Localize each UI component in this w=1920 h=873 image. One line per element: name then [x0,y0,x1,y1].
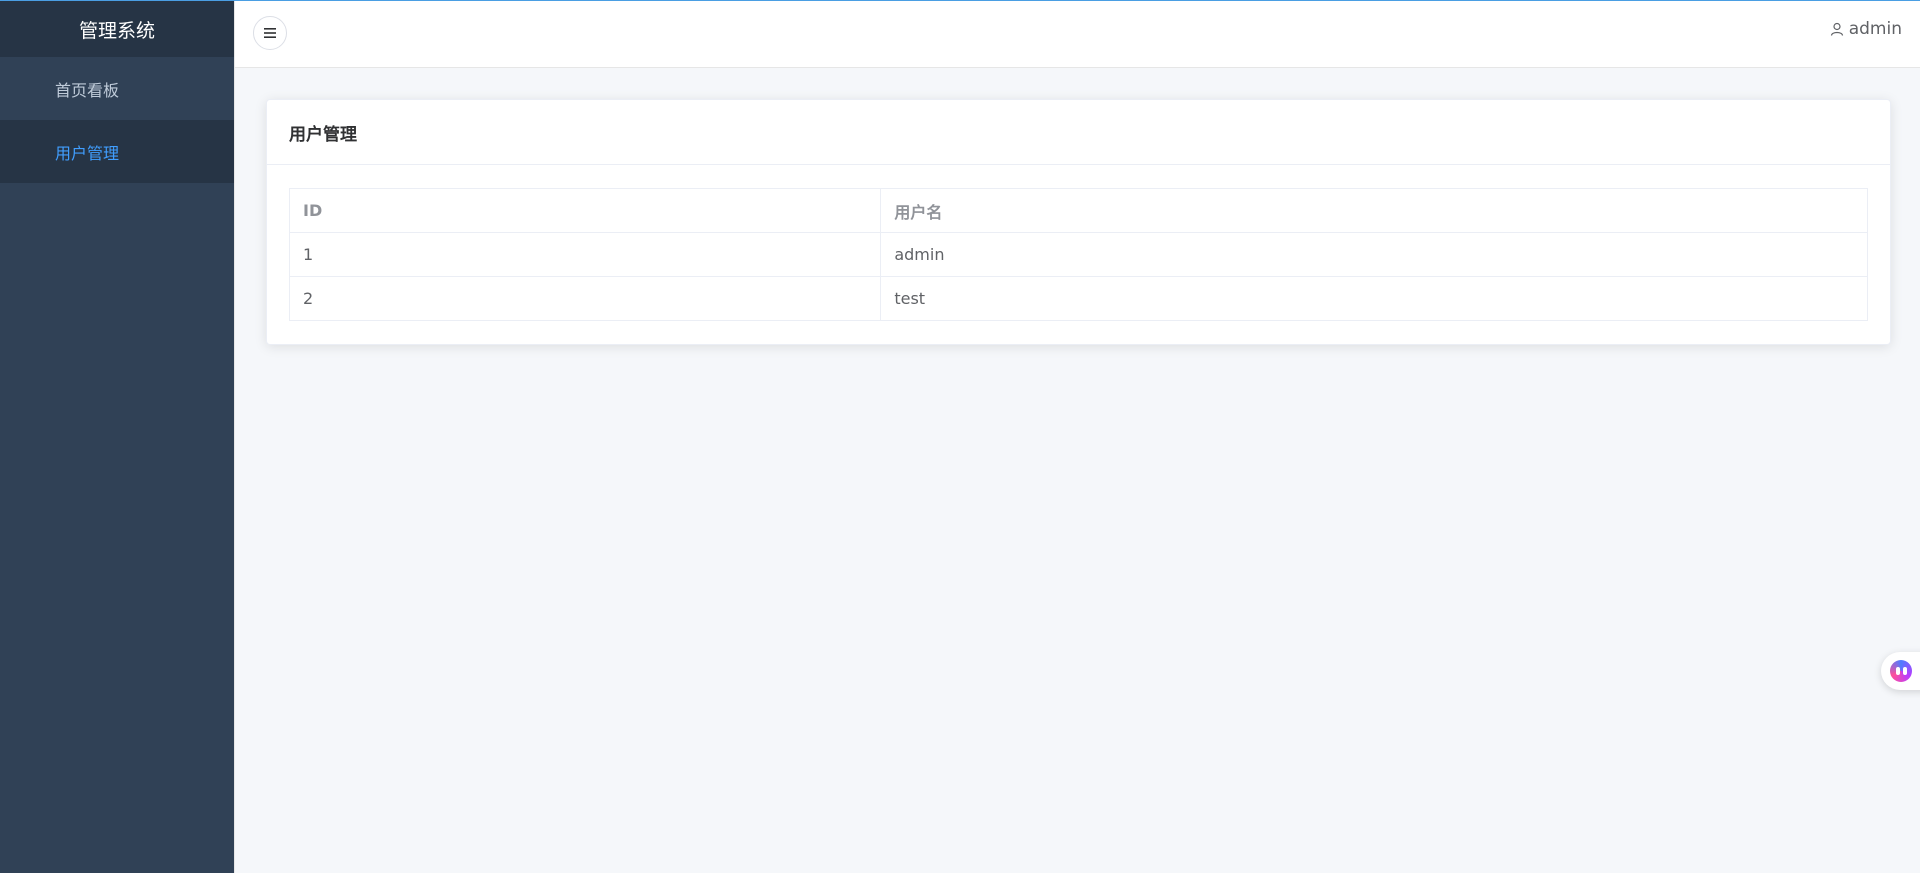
cell-id: 2 [288,276,882,321]
sidebar-item-users[interactable]: 用户管理 [0,120,234,183]
user-menu[interactable]: admin [1830,19,1902,39]
cell-id: 1 [288,232,882,277]
cell-username: admin [880,232,1868,277]
table-row: 2 test [288,276,1868,321]
sidebar: 管理系统 首页看板 用户管理 [0,1,235,873]
sidebar-item-label: 首页看板 [55,80,120,100]
user-icon [1830,22,1843,36]
card-body: ID 用户名 1 admin 2 test [267,165,1890,344]
sidebar-item-dashboard[interactable]: 首页看板 [0,57,234,120]
column-header-id: ID [288,188,882,233]
sidebar-toggle-button[interactable] [253,16,287,50]
brand-title: 管理系统 [0,1,234,57]
column-header-username: 用户名 [880,188,1868,233]
user-management-card: 用户管理 ID 用户名 1 admin 2 test [266,99,1891,345]
cell-username: test [880,276,1868,321]
app-root: 管理系统 首页看板 用户管理 admin 用户管理 ID 用户名 1 admin… [0,0,1920,873]
hamburger-icon [264,28,276,38]
floating-assistant-button[interactable] [1881,652,1920,690]
top-header: admin [235,1,1920,68]
table-header-row: ID 用户名 [288,188,1868,233]
card-title: 用户管理 [267,100,1890,165]
users-table: ID 用户名 1 admin 2 test [288,188,1868,321]
sidebar-item-label: 用户管理 [55,143,120,163]
table-row: 1 admin [288,232,1868,277]
username-label: admin [1848,19,1902,39]
assistant-icon [1890,660,1912,682]
main-content: 用户管理 ID 用户名 1 admin 2 test [266,99,1891,345]
